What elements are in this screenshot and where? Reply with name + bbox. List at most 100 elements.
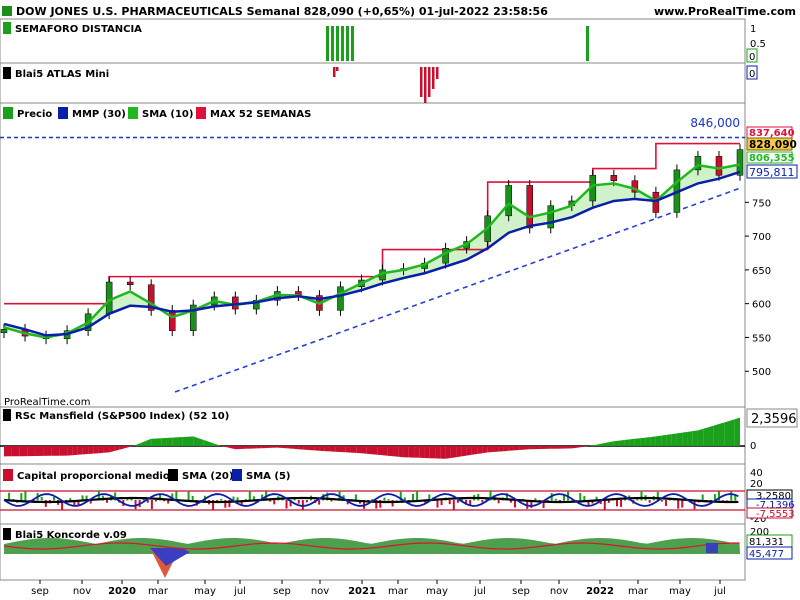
x-tick-label: mar — [628, 586, 649, 597]
rsc-segment — [240, 446, 246, 449]
x-tick-label: mar — [148, 586, 169, 597]
rsc-segment — [156, 438, 162, 446]
rsc-segment — [545, 446, 551, 449]
capital-bar — [273, 500, 276, 505]
legend-capital: Capital proporcional medio — [17, 471, 170, 482]
rsc-segment — [487, 446, 493, 453]
capital-bar — [448, 500, 451, 505]
rsc-segment — [734, 417, 740, 446]
rsc-segment — [540, 446, 546, 449]
x-tick-label: 2022 — [586, 586, 614, 597]
site-label: www.ProRealTime.com — [654, 5, 796, 18]
rsc-segment — [634, 438, 641, 446]
x-tick-label: jul — [473, 586, 486, 597]
atlas-bar — [424, 67, 427, 103]
rsc-segment — [729, 419, 735, 446]
rsc-segment — [697, 428, 704, 446]
rsc-segment — [466, 446, 472, 456]
rsc-segment — [27, 446, 36, 457]
rsc-segment — [88, 446, 94, 454]
rsc-segment — [51, 446, 60, 456]
rsc-segment — [324, 446, 330, 452]
rsc-segment — [550, 446, 556, 449]
capital-bar — [730, 491, 733, 501]
rsc-segment — [556, 446, 562, 449]
semaforo-bar — [346, 26, 349, 61]
rsc-segment — [666, 434, 672, 446]
rsc-segment — [4, 446, 12, 457]
capital-bar — [620, 500, 623, 507]
x-tick-label: nov — [73, 586, 91, 597]
rsc-segment — [676, 432, 683, 446]
chart-svg: DOW JONES U.S. PHARMACEUTICALS Semanal 8… — [0, 0, 800, 600]
rsc-segment — [314, 446, 320, 451]
rsc-segment — [361, 446, 367, 454]
candle-body — [126, 281, 134, 285]
rsc-value: 2,3596 — [751, 412, 797, 427]
capital-bar — [636, 499, 639, 501]
rsc-segment — [619, 440, 625, 446]
rsc-segment — [266, 446, 273, 448]
semaforo-bar — [326, 26, 329, 61]
rsc-segment — [403, 446, 409, 458]
candle-body — [105, 281, 113, 315]
rsc-segment — [508, 446, 514, 451]
capital-bar — [106, 500, 108, 503]
capital-bar — [579, 492, 582, 501]
capital-bar — [554, 498, 557, 501]
x-tick-label: nov — [311, 586, 329, 597]
atlas-bar — [428, 67, 431, 97]
rsc-segment — [166, 437, 173, 446]
legend-max52: MAX 52 SEMANAS — [210, 109, 311, 120]
price-tick-label: 600 — [752, 300, 771, 311]
rsc-label: RSc Mansfield (S&P500 Index) (52 10) — [15, 411, 229, 422]
price-tick-label: 700 — [752, 232, 771, 243]
semaforo-bar — [351, 26, 354, 61]
rsc-segment — [356, 446, 362, 454]
rsc-segment — [298, 446, 304, 450]
capital-bar — [481, 500, 484, 503]
capital-bar — [297, 500, 300, 504]
x-tick-label: nov — [550, 586, 568, 597]
capital-bar — [497, 500, 500, 504]
rsc-segment — [256, 446, 262, 449]
x-tick-label: may — [669, 586, 691, 597]
rsc-segment — [177, 437, 183, 446]
capital-tick-40: 40 — [750, 468, 763, 479]
rsc-segment — [534, 446, 541, 450]
rsc-segment — [335, 446, 341, 452]
rsc-segment — [319, 446, 325, 452]
rsc-segment — [308, 446, 315, 451]
rsc-segment — [377, 446, 383, 456]
semaforo-bar — [341, 26, 344, 61]
atlas-bar — [432, 67, 435, 89]
x-tick-label: 2021 — [348, 586, 376, 597]
capital-tick-20: 20 — [750, 479, 763, 490]
rsc-segment — [372, 446, 378, 455]
semaforo-tick-05: 0.5 — [750, 39, 766, 50]
capital-bar — [603, 500, 606, 511]
label-846: 846,000 — [690, 116, 740, 130]
rsc-segment — [43, 446, 52, 456]
x-tick-label: may — [426, 586, 448, 597]
capital-bar — [412, 493, 414, 501]
capital-bar — [660, 500, 663, 502]
candle-body — [168, 310, 176, 331]
rsc-segment — [151, 438, 157, 446]
rsc-segment — [613, 440, 620, 446]
atlas-label: Blai5 ATLAS Mini — [15, 69, 109, 80]
capital-bar — [285, 500, 288, 509]
capital-legend: Capital proporcional medio SMA (20) SMA … — [3, 469, 290, 482]
rsc-segment — [340, 446, 346, 453]
value-mmp: 795,811 — [749, 166, 795, 179]
rsc-segment — [503, 446, 509, 452]
capital-bar — [664, 500, 667, 506]
atlas-bar — [336, 67, 339, 71]
capital-bar — [305, 500, 308, 503]
candle-body — [715, 156, 723, 176]
rsc-segment — [393, 446, 399, 457]
capital-bar — [722, 500, 725, 501]
rsc-segment — [492, 446, 499, 452]
rsc-segment — [629, 438, 635, 446]
capital-bar — [677, 500, 680, 509]
